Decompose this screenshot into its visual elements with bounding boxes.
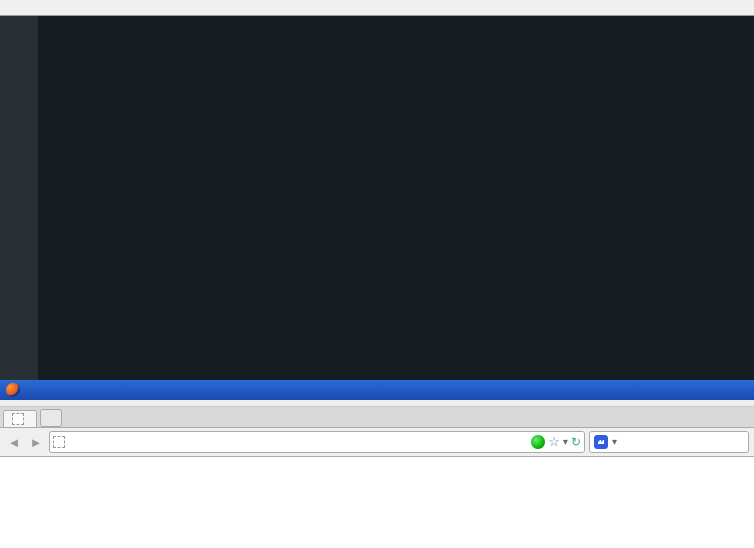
linenum [2, 126, 32, 180]
page-icon [12, 413, 24, 425]
status-icon [531, 435, 545, 449]
page-body [0, 457, 754, 465]
forward-button[interactable]: ► [27, 433, 45, 451]
baidu-icon [594, 435, 608, 449]
back-button[interactable]: ◄ [5, 433, 23, 451]
linenum [2, 108, 32, 126]
column-ruler [0, 0, 754, 16]
linenum [2, 198, 32, 252]
menu-file[interactable] [4, 402, 12, 404]
firefox-icon [6, 383, 20, 397]
menu-tools[interactable] [54, 402, 62, 404]
tab-strip [0, 407, 754, 428]
linenum [2, 270, 32, 324]
linenum [2, 252, 32, 270]
menu-view[interactable] [24, 402, 32, 404]
linenum [2, 324, 32, 342]
line-gutter [0, 16, 38, 380]
address-bar[interactable]: ☆ ▾ ↻ [49, 431, 585, 453]
search-bar[interactable]: ▾ [589, 431, 749, 453]
bookmark-star-icon[interactable]: ☆ [548, 434, 560, 450]
code-area[interactable] [38, 16, 754, 380]
linenum [2, 54, 32, 108]
window-titlebar [0, 380, 754, 400]
reload-icon[interactable]: ↻ [571, 435, 581, 449]
code-editor [0, 16, 754, 380]
menu-edit[interactable] [14, 402, 22, 404]
site-icon [53, 436, 65, 448]
new-tab-button[interactable] [40, 409, 62, 427]
menu-history[interactable] [34, 402, 42, 404]
navigation-toolbar: ◄ ► ☆ ▾ ↻ ▾ [0, 428, 754, 457]
linenum [2, 180, 32, 198]
linenum [2, 36, 32, 54]
menu-bookmarks[interactable] [44, 402, 52, 404]
menubar [0, 400, 754, 407]
linenum [2, 18, 32, 36]
tab-active[interactable] [3, 410, 37, 427]
history-dropdown-icon[interactable]: ▾ [563, 437, 568, 448]
search-engine-dropdown-icon[interactable]: ▾ [612, 437, 617, 448]
menu-help[interactable] [64, 402, 72, 404]
